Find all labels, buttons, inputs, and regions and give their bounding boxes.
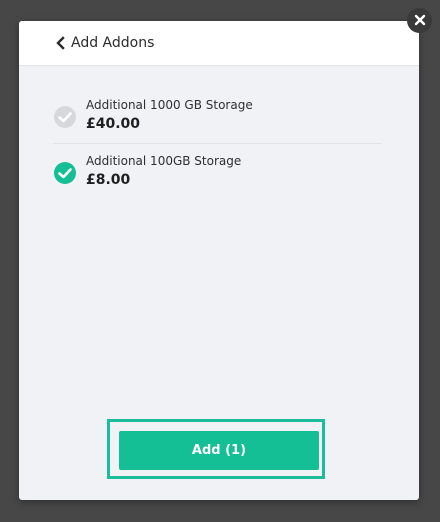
add-button[interactable]: Add (1)	[119, 431, 319, 470]
addon-name: Additional 100GB Storage	[86, 154, 242, 168]
modal-header: Add Addons	[19, 21, 419, 66]
chevron-left-icon	[55, 32, 69, 54]
modal-title: Add Addons	[71, 35, 155, 51]
addon-price: £8.00	[86, 172, 131, 188]
check-circle-icon[interactable]	[53, 161, 77, 185]
addon-item-1000gb[interactable]: Additional 1000 GB Storage £40.00	[53, 98, 382, 144]
back-button[interactable]: Add Addons	[55, 32, 154, 54]
addon-item-100gb[interactable]: Additional 100GB Storage £8.00	[53, 154, 382, 196]
addon-price: £40.00	[86, 116, 141, 132]
close-icon	[414, 11, 426, 30]
addons-modal: Add Addons Additional 1000 GB Storage £4…	[19, 21, 419, 500]
check-circle-icon[interactable]	[53, 105, 77, 129]
addon-name: Additional 1000 GB Storage	[86, 98, 253, 112]
close-button[interactable]	[407, 8, 432, 33]
